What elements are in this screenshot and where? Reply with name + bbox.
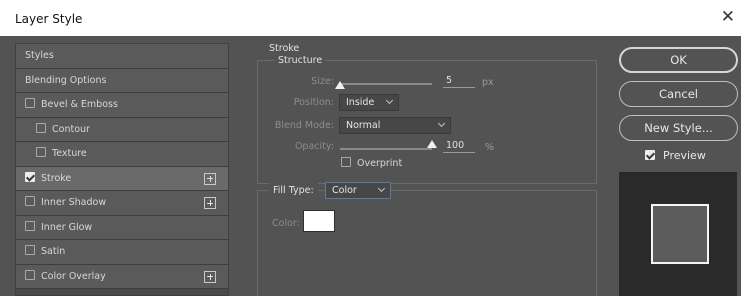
style-item-stroke[interactable]: Stroke [16,166,228,191]
style-item-texture[interactable]: Texture [16,142,228,167]
opacity-slider-track[interactable] [340,148,432,150]
opacity-slider-thumb[interactable] [427,140,437,148]
blend-mode-label: Blend Mode: [274,120,334,131]
overprint-option[interactable]: Overprint [341,157,402,169]
position-label: Position: [293,97,334,108]
fill-type-value: Color [332,185,357,196]
style-checkbox[interactable] [36,147,46,157]
chevron-down-icon [437,119,446,128]
stroke-panel: Stroke Structure Size: 5 px Position: In… [249,43,604,296]
preview-option[interactable]: Preview [645,149,706,162]
add-icon[interactable] [204,172,216,185]
position-value: Inside [346,97,375,108]
preview-checkbox[interactable] [645,150,655,160]
fill-type-header: Fill Type: [269,182,318,199]
chevron-down-icon [385,96,394,105]
blend-mode-select[interactable]: Normal [339,117,451,134]
fill-type-label: Fill Type: [273,185,314,196]
chevron-down-icon [377,184,386,193]
stroke-color-swatch[interactable] [303,210,335,232]
overprint-checkbox[interactable] [341,157,351,167]
style-checkbox[interactable] [36,122,46,133]
style-item-inner-shadow[interactable]: Inner Shadow [16,191,228,216]
position-select[interactable]: Inside [339,94,399,111]
style-checkbox[interactable] [25,98,35,108]
style-item-label: Inner Glow [41,221,93,233]
style-item-styles[interactable]: Styles [16,44,228,69]
opacity-input[interactable]: 100 [443,139,475,153]
style-item-blending-options[interactable]: Blending Options [16,68,228,93]
fill-type-group [257,190,597,296]
size-input[interactable]: 5 [443,74,475,88]
opacity-unit: % [485,142,495,153]
opacity-label: Opacity: [294,141,334,152]
style-checkbox[interactable] [25,245,35,255]
preview-label: Preview [663,149,706,162]
new-style-button[interactable]: New Style... [619,115,738,141]
style-item-contour[interactable]: Contour [16,117,228,142]
blend-mode-value: Normal [346,120,381,131]
cancel-button[interactable]: Cancel [619,81,738,107]
style-item-label: Satin [41,246,66,257]
size-label: Size: [311,76,334,87]
style-item-inner-glow[interactable]: Inner Glow [16,215,228,240]
color-label: Color: [272,218,300,229]
styles-list: Styles Blending Options Bevel & Emboss Cont… [15,43,229,296]
style-item-label: Bevel & Emboss [41,99,118,110]
style-checkbox[interactable] [25,220,35,231]
style-item-label: Inner Shadow [41,197,107,208]
title-bar: Layer Style ✕ [0,0,741,36]
size-slider-track[interactable] [340,83,432,85]
stroke-section-title: Stroke [269,43,300,54]
style-checkbox[interactable] [25,269,35,280]
style-item-label: Stroke [41,172,72,184]
preview-thumbnail [619,172,737,296]
style-item-satin[interactable]: Satin [16,240,228,265]
dialog-title: Layer Style [15,12,83,26]
style-checkbox[interactable] [25,171,35,182]
style-item-label: Styles [25,50,54,61]
preview-shape [651,204,709,264]
add-icon[interactable] [204,197,216,209]
style-item-label: Contour [52,123,90,135]
structure-title: Structure [275,55,326,66]
style-item-label: Texture [52,148,87,159]
size-unit: px [482,77,494,88]
style-item-color-overlay[interactable]: Color Overlay [16,264,228,289]
style-item-bevel-emboss[interactable]: Bevel & Emboss [16,93,228,118]
overprint-label: Overprint [357,158,403,169]
style-checkbox[interactable] [25,196,35,206]
close-icon[interactable]: ✕ [721,9,735,26]
add-icon[interactable] [204,270,216,283]
style-item-label: Color Overlay [41,270,106,282]
fill-type-select[interactable]: Color [325,182,391,199]
style-item-label: Blending Options [25,74,107,86]
ok-button[interactable]: OK [619,47,738,73]
size-slider-thumb[interactable] [335,81,345,89]
